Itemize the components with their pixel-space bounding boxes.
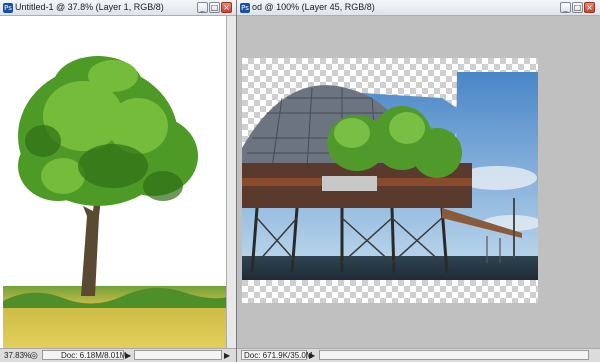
photoshop-document-icon: Ps: [3, 3, 13, 13]
maximize-icon: □: [210, 3, 219, 12]
document-window-left[interactable]: Ps Untitled-1 @ 37.8% (Layer 1, RGB/8) _…: [0, 0, 237, 362]
minimize-icon: _: [563, 3, 568, 12]
doc-info-right: Doc: 671.9K/35.0M: [244, 351, 313, 360]
tree-artwork: [3, 56, 231, 348]
status-bar-left: 37.83% ◎ Doc: 6.18M/8.01M ▶ ▶: [0, 348, 236, 362]
status-menu-arrow-icon[interactable]: ▶: [125, 351, 131, 360]
oil-platform-artwork: [242, 72, 538, 280]
scroll-right-arrow-icon[interactable]: ▶: [224, 351, 230, 360]
horizontal-scrollbar-left[interactable]: [134, 350, 222, 360]
close-icon: ×: [586, 3, 593, 12]
minimize-button-left[interactable]: _: [197, 2, 208, 13]
window-title-right: od @ 100% (Layer 45, RGB/8): [252, 2, 375, 12]
zoom-level[interactable]: 37.83%: [4, 351, 31, 360]
doc-info-field-left[interactable]: Doc: 6.18M/8.01M: [42, 350, 127, 360]
vertical-scrollbar-left[interactable]: [226, 16, 236, 348]
minimize-button-right[interactable]: _: [560, 2, 571, 13]
window-titlebar-left[interactable]: Ps Untitled-1 @ 37.8% (Layer 1, RGB/8) _…: [0, 0, 236, 16]
window-titlebar-right[interactable]: Ps od @ 100% (Layer 45, RGB/8) _ □ ×: [237, 0, 600, 16]
minimize-icon: _: [200, 3, 205, 12]
doc-info-field-right[interactable]: Doc: 671.9K/35.0M: [241, 350, 312, 360]
doc-info-left: Doc: 6.18M/8.01M: [61, 351, 127, 360]
status-bar-right: Doc: 671.9K/35.0M ▶: [237, 348, 600, 362]
status-info-icon[interactable]: ◎: [30, 350, 38, 361]
close-button-right[interactable]: ×: [584, 2, 595, 13]
status-menu-arrow-icon[interactable]: ▶: [309, 351, 315, 360]
photoshop-document-icon: Ps: [240, 3, 250, 13]
horizontal-scrollbar-right[interactable]: [319, 350, 589, 360]
close-button-left[interactable]: ×: [221, 2, 232, 13]
window-title-left: Untitled-1 @ 37.8% (Layer 1, RGB/8): [15, 2, 164, 12]
maximize-icon: □: [573, 3, 582, 12]
canvas-oil-platform-image[interactable]: [242, 58, 538, 303]
close-icon: ×: [223, 3, 230, 12]
maximize-button-right[interactable]: □: [572, 2, 583, 13]
maximize-button-left[interactable]: □: [209, 2, 220, 13]
